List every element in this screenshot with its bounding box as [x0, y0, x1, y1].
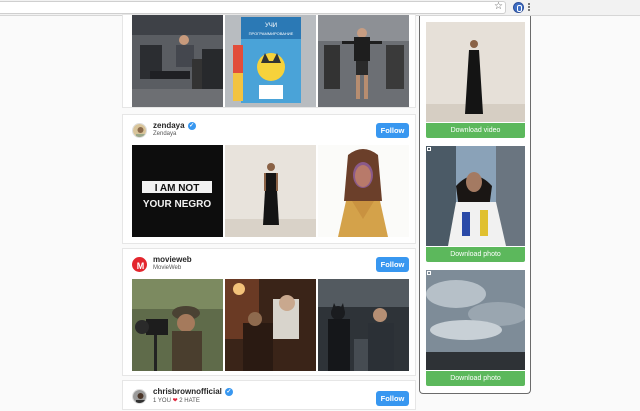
- photo-row: I AM NOT YOUR NEGRO: [132, 145, 409, 237]
- verified-icon: ✓: [187, 121, 196, 130]
- svg-text:УЧИ: УЧИ: [265, 23, 277, 29]
- instagram-feed: УЧИ ПРОГРАММИРОВАНИЕ zendaya ✓ Zendaya F…: [122, 14, 416, 410]
- post-username[interactable]: movieweb: [153, 255, 192, 264]
- side-preview-photo[interactable]: [426, 146, 525, 246]
- post-subtitle: Zendaya: [153, 131, 177, 137]
- avatar[interactable]: M: [132, 257, 147, 272]
- star-icon[interactable]: ☆: [494, 1, 503, 13]
- side-item-photo: Download photo: [426, 270, 525, 387]
- post-photo-i-am-not-your-negro[interactable]: I AM NOT YOUR NEGRO: [132, 145, 223, 237]
- download-side-panel: Download video Download photo Download p…: [419, 16, 531, 394]
- post-subtitle: 1 YOU ❤ 2 HATE: [153, 398, 200, 404]
- follow-button[interactable]: Follow: [376, 123, 409, 138]
- post-photo-man-gym[interactable]: [318, 15, 409, 107]
- post-card: zendaya ✓ Zendaya Follow I AM NOT YOUR NE…: [122, 114, 416, 244]
- poster-text-line2: YOUR NEGRO: [143, 199, 212, 210]
- avatar[interactable]: [132, 123, 147, 138]
- corner-mark-icon: [427, 271, 431, 275]
- post-card: chrisbrownofficial ✓ 1 YOU ❤ 2 HATE Follo…: [122, 380, 416, 410]
- heart-icon: ❤: [172, 398, 178, 404]
- post-header: M movieweb MovieWeb Follow: [123, 249, 417, 279]
- download-extension-icon[interactable]: [513, 2, 524, 13]
- download-video-button[interactable]: Download video: [426, 123, 525, 138]
- download-photo-button[interactable]: Download photo: [426, 371, 525, 386]
- svg-text:M: M: [137, 261, 145, 271]
- photo-row: УЧИ ПРОГРАММИРОВАНИЕ: [132, 15, 409, 107]
- poster-text-line1: I AM NOT: [155, 183, 200, 194]
- post-username[interactable]: zendaya ✓: [153, 121, 196, 130]
- post-photo-film-camera[interactable]: [132, 279, 223, 371]
- side-preview-video[interactable]: [426, 22, 525, 122]
- post-photo-gym[interactable]: [132, 15, 223, 107]
- menu-icon[interactable]: [528, 3, 531, 13]
- avatar[interactable]: [132, 389, 147, 404]
- post-photo-poster[interactable]: УЧИ ПРОГРАММИРОВАНИЕ: [225, 15, 316, 107]
- post-username[interactable]: chrisbrownofficial ✓: [153, 387, 233, 396]
- follow-button[interactable]: Follow: [376, 391, 409, 406]
- download-photo-button[interactable]: Download photo: [426, 247, 525, 262]
- verified-icon: ✓: [224, 387, 233, 396]
- address-bar[interactable]: [0, 1, 506, 14]
- post-photo-black-dress[interactable]: [225, 145, 316, 237]
- post-card: M movieweb MovieWeb Follow: [122, 248, 416, 376]
- post-photo-warm-scene[interactable]: [225, 279, 316, 371]
- photo-row: [132, 279, 409, 371]
- post-header: zendaya ✓ Zendaya Follow: [123, 115, 417, 145]
- post-subtitle: MovieWeb: [153, 265, 182, 271]
- post-photo-batman-scene[interactable]: [318, 279, 409, 371]
- post-card: УЧИ ПРОГРАММИРОВАНИЕ: [122, 14, 416, 108]
- post-photo-illustration[interactable]: [318, 145, 409, 237]
- post-header: chrisbrownofficial ✓ 1 YOU ❤ 2 HATE Follo…: [123, 381, 417, 411]
- follow-button[interactable]: Follow: [376, 257, 409, 272]
- corner-mark-icon: [427, 147, 431, 151]
- side-item-video: Download video: [426, 22, 525, 139]
- svg-text:ПРОГРАММИРОВАНИЕ: ПРОГРАММИРОВАНИЕ: [249, 31, 294, 36]
- side-item-photo: Download photo: [426, 146, 525, 263]
- side-preview-photo[interactable]: [426, 270, 525, 370]
